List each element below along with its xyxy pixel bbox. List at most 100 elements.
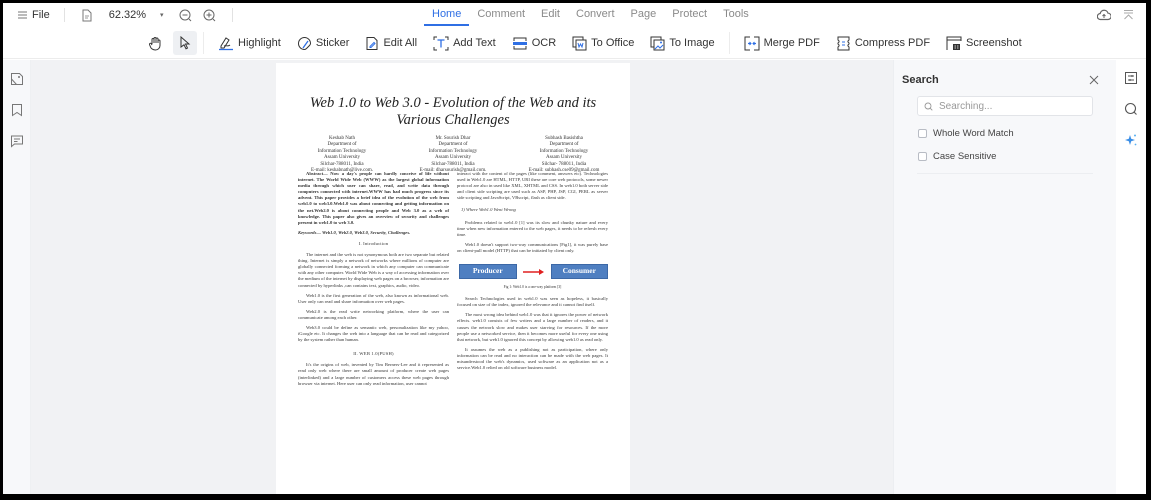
to-image-button[interactable]: To Image <box>642 31 722 55</box>
document-canvas[interactable]: Web 1.0 to Web 3.0 - Evolution of the We… <box>31 60 893 494</box>
search-input-box[interactable] <box>917 96 1093 116</box>
tab-edit[interactable]: Edit <box>533 3 568 27</box>
paragraph: The internet and the web is not synonymo… <box>298 252 449 288</box>
sticker-icon <box>297 36 312 51</box>
right-column: interact with the content of the pages (… <box>457 171 608 375</box>
title-line-1: Web 1.0 to Web 3.0 - Evolution of the We… <box>309 95 597 111</box>
file-menu-label: File <box>32 9 50 21</box>
page-view-icon[interactable] <box>79 7 95 23</box>
cursor-arrow-icon <box>179 36 191 50</box>
tab-page[interactable]: Page <box>623 3 665 27</box>
search-input[interactable] <box>939 100 1079 112</box>
highlight-label: Highlight <box>238 37 281 49</box>
arrow-right-icon <box>522 268 545 276</box>
cloud-upload-icon[interactable] <box>1096 7 1112 23</box>
sticker-button[interactable]: Sticker <box>289 31 358 55</box>
figure-caption: Fig 1: Web1.0 is a one-way platform [3] <box>503 285 562 290</box>
paragraph: Web1.0 is the first generation of the we… <box>298 292 449 304</box>
divider <box>231 8 233 22</box>
authors-block: Keshab Nath Department of Information Te… <box>292 136 614 174</box>
divider <box>63 8 65 22</box>
hand-icon <box>148 36 162 51</box>
properties-icon[interactable] <box>1124 71 1138 85</box>
zoom-out-icon[interactable] <box>178 7 194 23</box>
right-sidebar-rail <box>1116 60 1146 494</box>
divider <box>203 32 204 54</box>
home-tools: Highlight Sticker Edit All Add Text OCR … <box>143 31 1030 55</box>
bookmark-icon[interactable] <box>10 103 24 117</box>
divider <box>917 173 1093 174</box>
whole-word-match-label: Whole Word Match <box>933 128 1014 139</box>
whole-word-match-option[interactable]: Whole Word Match <box>918 128 1014 139</box>
search-icon[interactable] <box>1124 102 1138 116</box>
add-text-button[interactable]: Add Text <box>425 31 504 55</box>
thumbnails-icon[interactable] <box>10 72 24 86</box>
section-heading-introduction: I. Introduction <box>358 240 389 246</box>
section-heading-web1: II. WEB 1.0(PUSH) <box>353 351 394 357</box>
paragraph: Web3.0 could be define as semantic web, … <box>298 324 449 343</box>
paragraph: The most wrong idea behind web1.0 was th… <box>457 312 608 342</box>
title-line-2: Various Challenges <box>396 112 510 128</box>
search-icon <box>924 102 933 111</box>
comments-icon[interactable] <box>10 134 24 148</box>
ocr-button[interactable]: OCR <box>504 31 564 55</box>
to-image-label: To Image <box>669 37 715 49</box>
close-icon[interactable] <box>1087 73 1101 87</box>
add-text-label: Add Text <box>453 37 496 49</box>
edit-all-label: Edit All <box>383 37 418 49</box>
compress-pdf-button[interactable]: Compress PDF <box>828 31 938 55</box>
paragraph: Web2.0 is the read write networking plat… <box>298 308 449 320</box>
merge-pdf-button[interactable]: Merge PDF <box>736 31 828 55</box>
left-sidebar-rail <box>3 60 31 494</box>
tab-convert[interactable]: Convert <box>568 3 623 27</box>
to-office-label: To Office <box>591 37 635 49</box>
screenshot-button[interactable]: Screenshot <box>938 31 1030 55</box>
select-tool-button[interactable] <box>173 31 197 55</box>
tab-protect[interactable]: Protect <box>664 3 715 27</box>
paragraph: Search Technologies used in web1.0 was s… <box>457 296 608 308</box>
collapse-ribbon-icon[interactable] <box>1120 7 1136 23</box>
merge-pdf-icon <box>744 36 760 51</box>
to-office-icon <box>572 36 587 51</box>
ocr-label: OCR <box>531 37 557 49</box>
consumer-box: Consumer <box>550 264 608 280</box>
search-panel-title: Search <box>902 74 939 86</box>
case-sensitive-checkbox[interactable] <box>918 152 927 161</box>
keywords: Keywords— Web1.0, Web2.0, Web3.0, Securi… <box>298 229 411 235</box>
to-office-button[interactable]: To Office <box>564 31 642 55</box>
add-text-icon <box>433 36 449 51</box>
top-menu-bar: File 62.32% ▾ Home Comment Edit Convert … <box>3 3 1146 27</box>
paragraph: Problems related to web1.0 [1] was its s… <box>457 219 608 237</box>
paragraph: interact with the content of the pages (… <box>457 171 608 201</box>
left-column: Abstract— Now a day's people can hardly … <box>298 171 449 391</box>
merge-pdf-label: Merge PDF <box>763 37 820 49</box>
ai-sparkle-icon[interactable] <box>1124 133 1138 147</box>
zoom-in-icon[interactable] <box>202 7 218 23</box>
document-title: Web 1.0 to Web 3.0 - Evolution of the We… <box>276 95 630 129</box>
file-menu-button[interactable]: File <box>17 9 50 21</box>
sticker-label: Sticker <box>315 37 350 49</box>
pdf-page[interactable]: Web 1.0 to Web 3.0 - Evolution of the We… <box>276 63 630 494</box>
zoom-dropdown-caret-icon[interactable]: ▾ <box>160 11 164 19</box>
menu-left-group: File 62.32% ▾ <box>17 7 247 23</box>
edit-all-button[interactable]: Edit All <box>357 31 425 55</box>
ribbon-toolbar: Highlight Sticker Edit All Add Text OCR … <box>3 27 1146 59</box>
ocr-icon <box>512 36 528 51</box>
tab-tools[interactable]: Tools <box>715 3 757 27</box>
screenshot-icon <box>946 36 962 51</box>
paragraph: Web1.0 doesn't support two-way communica… <box>457 241 608 253</box>
zoom-level-value[interactable]: 62.32% <box>109 9 146 21</box>
case-sensitive-option[interactable]: Case Sensitive <box>918 151 996 162</box>
whole-word-match-checkbox[interactable] <box>918 129 927 138</box>
tab-comment[interactable]: Comment <box>469 3 533 27</box>
screenshot-label: Screenshot <box>966 37 1022 49</box>
to-image-icon <box>650 36 665 51</box>
divider <box>728 32 730 54</box>
hamburger-icon <box>17 10 28 20</box>
paragraph: It assumes the web as a publishing not a… <box>457 346 608 371</box>
ribbon-tabs: Home Comment Edit Convert Page Protect T… <box>424 3 757 27</box>
hand-tool-button[interactable] <box>143 31 167 55</box>
highlight-button[interactable]: Highlight <box>210 31 289 55</box>
search-panel: Search Whole Word Match Case Sensitive <box>893 60 1116 494</box>
tab-home[interactable]: Home <box>424 3 470 27</box>
